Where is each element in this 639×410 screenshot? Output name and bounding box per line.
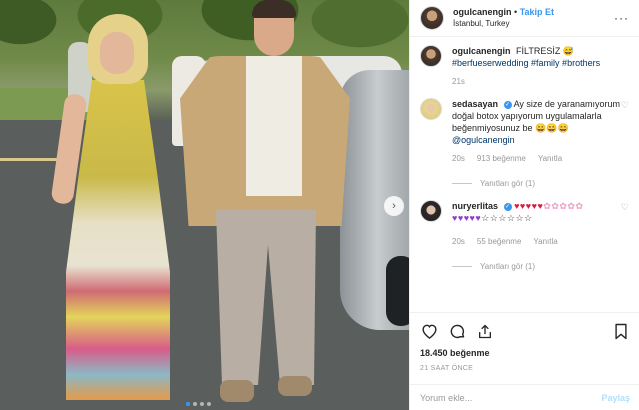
action-bar [420,320,630,342]
photo-man-shoe-right [278,376,312,396]
comment-like-heart-icon[interactable]: ♡ [621,202,629,213]
chevron-right-icon: › [392,200,396,212]
photo-man-shirt [246,56,302,196]
bookmark-icon[interactable] [612,322,630,340]
more-horizontal-icon[interactable]: ··· [614,11,629,25]
add-comment-bar: Paylaş [410,384,639,410]
caption-emoji: 😅 [562,46,575,56]
post-header-text: ogulcanengin • Takip Et İstanbul, Turkey [453,6,554,30]
photo-man [168,0,353,410]
like-heart-icon[interactable] [420,322,438,340]
photo-man-trousers [216,210,316,385]
photo-woman-face [100,32,134,74]
caption-hashtags[interactable]: #berfueserwedding #family #brothers [452,58,600,68]
photo-road-line [0,158,60,161]
caption-username[interactable]: ogulcanengin [452,46,511,56]
replies-line [452,266,472,267]
hearts-red: ♥♥♥♥♥ [514,201,544,211]
stars-dark: ☆☆☆☆☆☆ [481,213,533,223]
view-replies-label: Yanıtları gör (1) [480,179,535,188]
comment-body: nuryerlitas ✓ ♥♥♥♥♥✿✿✿✿✿ ♥♥♥♥♥☆☆☆☆☆☆ 20s… [452,200,622,248]
photo-man-hair [252,0,296,18]
carousel-dot [200,402,204,406]
view-replies-button[interactable]: Yanıtları gör (1) [452,262,629,271]
photo-woman [50,14,178,410]
separator-dot: • [514,7,518,17]
comment-time[interactable]: 20s [452,236,465,248]
carousel-dot [207,402,211,406]
photo-man-shoe-left [220,380,254,402]
comment-like-heart-icon[interactable]: ♡ [621,100,629,111]
reply-button[interactable]: Yanıtla [538,153,562,165]
avatar[interactable] [420,98,442,120]
post-time-ago[interactable]: 21 SAAT ÖNCE [420,365,630,372]
comment-bubble-icon[interactable] [448,322,466,340]
post-header: ogulcanengin • Takip Et İstanbul, Turkey… [410,0,639,37]
comment-input[interactable] [420,392,602,403]
avatar[interactable] [420,200,442,222]
avatar[interactable] [420,45,442,67]
post-comment-button[interactable]: Paylaş [601,393,630,403]
comment-likes[interactable]: 913 beğenme [477,153,526,165]
comment-body: sedasayan ✓ Ay size de yaranamıyorum doğ… [452,98,622,165]
post-actions: 18.450 beğenme 21 SAAT ÖNCE [410,312,639,372]
verified-badge-icon: ✓ [503,100,512,109]
flowers-pink: ✿✿✿✿✿ [543,201,584,211]
view-replies-button[interactable]: Yanıtları gör (1) [452,179,629,188]
caption-body: ogulcanengin FİLTRESİZ 😅 #berfueserweddi… [452,45,622,88]
post-photo[interactable]: › [0,0,409,410]
verified-badge-icon: ✓ [503,202,512,211]
hearts-purple: ♥♥♥♥♥ [452,213,482,223]
post-side-panel: ogulcanengin • Takip Et İstanbul, Turkey… [409,0,639,410]
comment-mention[interactable]: @ogulcanengin [452,135,515,145]
caption: ogulcanengin FİLTRESİZ 😅 #berfueserweddi… [420,45,629,88]
replies-line [452,183,472,184]
carousel-dot [186,402,190,406]
carousel-next-button[interactable]: › [384,196,404,216]
comments-list[interactable]: ogulcanengin FİLTRESİZ 😅 #berfueserweddi… [410,37,639,310]
comment-item: sedasayan ✓ Ay size de yaranamıyorum doğ… [420,98,629,165]
photo-car-wheel [386,256,409,326]
comment-username[interactable]: sedasayan [452,99,498,109]
avatar[interactable] [420,6,444,30]
comment-time[interactable]: 20s [452,153,465,165]
carousel-dot [193,402,197,406]
follow-button[interactable]: Takip Et [520,7,554,17]
share-upload-icon[interactable] [476,322,494,340]
post-location[interactable]: İstanbul, Turkey [453,18,554,30]
comment-item: nuryerlitas ✓ ♥♥♥♥♥✿✿✿✿✿ ♥♥♥♥♥☆☆☆☆☆☆ 20s… [420,200,629,248]
caption-time[interactable]: 21s [452,76,465,88]
caption-text: FİLTRESİZ [516,46,561,56]
comment-likes[interactable]: 55 beğenme [477,236,521,248]
carousel-dots [186,402,211,406]
like-count[interactable]: 18.450 beğenme [420,348,630,358]
comment-username[interactable]: nuryerlitas [452,201,498,211]
post-username[interactable]: ogulcanengin [453,7,512,17]
view-replies-label: Yanıtları gör (1) [480,262,535,271]
reply-button[interactable]: Yanıtla [533,236,557,248]
